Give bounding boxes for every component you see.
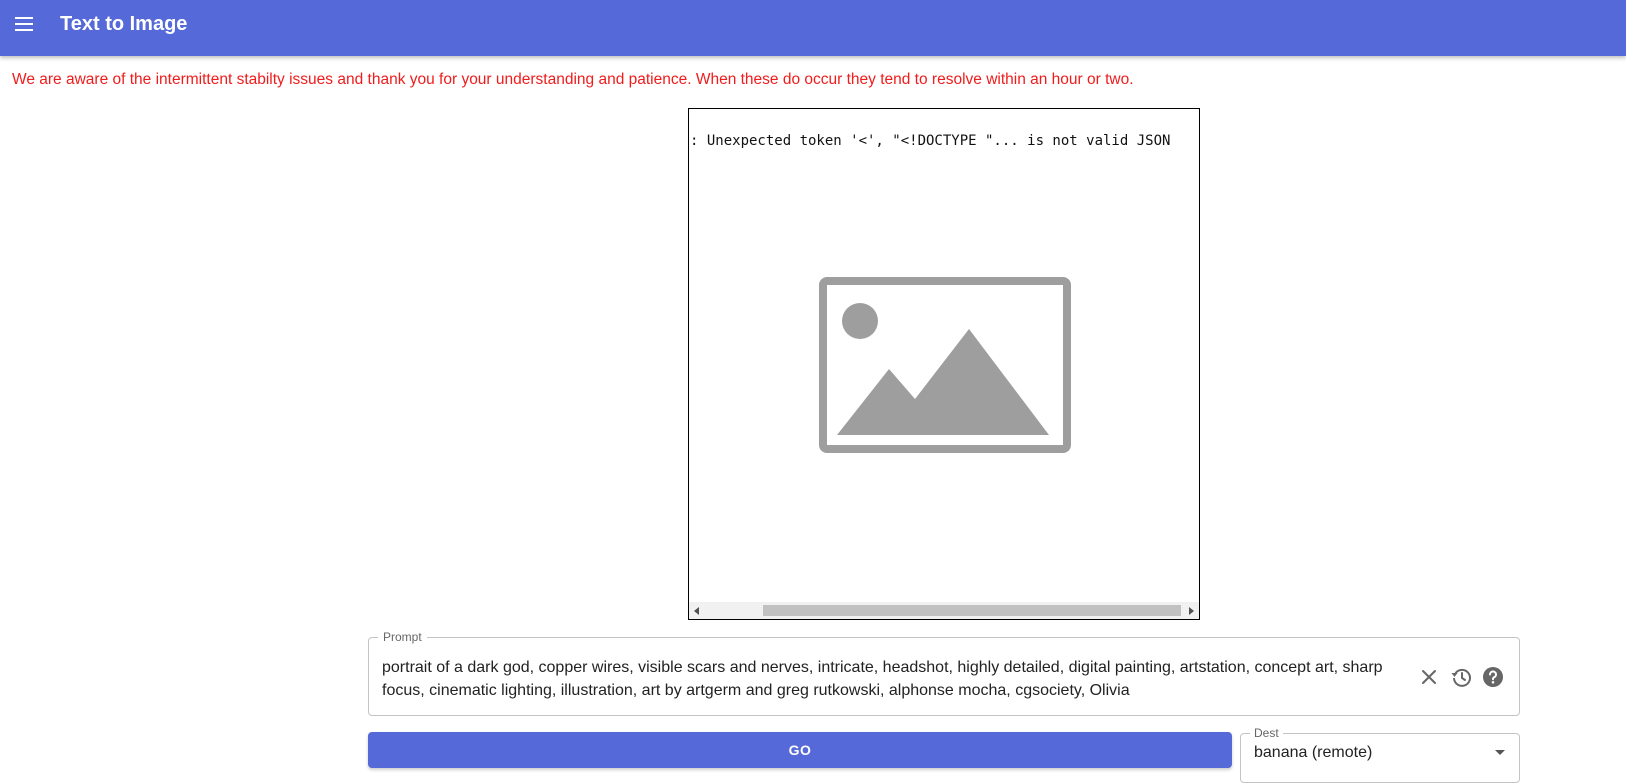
- chevron-down-icon[interactable]: [1495, 750, 1505, 755]
- scroll-left-icon[interactable]: [694, 607, 699, 615]
- error-message: : Unexpected token '<', "<!DOCTYPE "... …: [690, 133, 1171, 149]
- dest-value: banana (remote): [1254, 744, 1373, 761]
- horizontal-scrollbar[interactable]: [689, 602, 1199, 619]
- image-output-panel: : Unexpected token '<', "<!DOCTYPE "... …: [688, 108, 1200, 620]
- dest-select[interactable]: Dest banana (remote): [1240, 726, 1520, 783]
- prompt-label: Prompt: [378, 630, 427, 644]
- help-icon[interactable]: [1481, 665, 1505, 689]
- scroll-right-icon[interactable]: [1189, 607, 1194, 615]
- app-title: Text to Image: [60, 13, 188, 35]
- clear-icon[interactable]: [1417, 665, 1441, 689]
- history-icon[interactable]: [1449, 665, 1473, 689]
- prompt-input[interactable]: portrait of a dark god, copper wires, vi…: [382, 656, 1402, 702]
- app-bar: Text to Image: [0, 0, 1626, 56]
- go-button[interactable]: GO: [368, 732, 1232, 768]
- prompt-field[interactable]: Prompt portrait of a dark god, copper wi…: [368, 630, 1520, 716]
- image-placeholder-icon: [819, 277, 1071, 453]
- dest-label: Dest: [1250, 726, 1283, 740]
- scrollbar-thumb[interactable]: [763, 605, 1181, 616]
- hamburger-menu-icon[interactable]: [12, 12, 36, 36]
- prompt-actions: [1417, 665, 1505, 689]
- stability-notice: We are aware of the intermittent stabilt…: [12, 71, 1134, 88]
